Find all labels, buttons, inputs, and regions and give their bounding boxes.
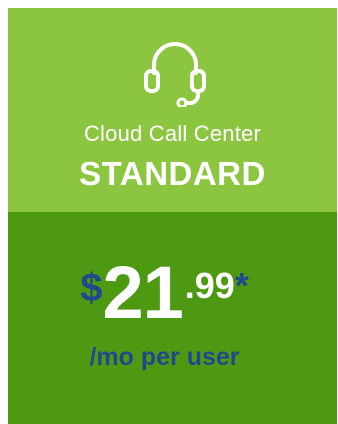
plan-tier-title: STANDARD	[79, 155, 266, 192]
plan-header: Cloud Call Center STANDARD	[8, 8, 337, 212]
price-display: $21.99*	[0, 256, 329, 330]
price-footnote-marker: *	[234, 265, 249, 306]
price-cents: .99	[184, 265, 235, 306]
price-dollars: 21	[102, 251, 183, 334]
headset-icon	[144, 42, 206, 107]
product-line-label: Cloud Call Center	[83, 121, 262, 146]
billing-period: /mo per user	[89, 343, 240, 371]
currency-symbol: $	[80, 266, 103, 310]
